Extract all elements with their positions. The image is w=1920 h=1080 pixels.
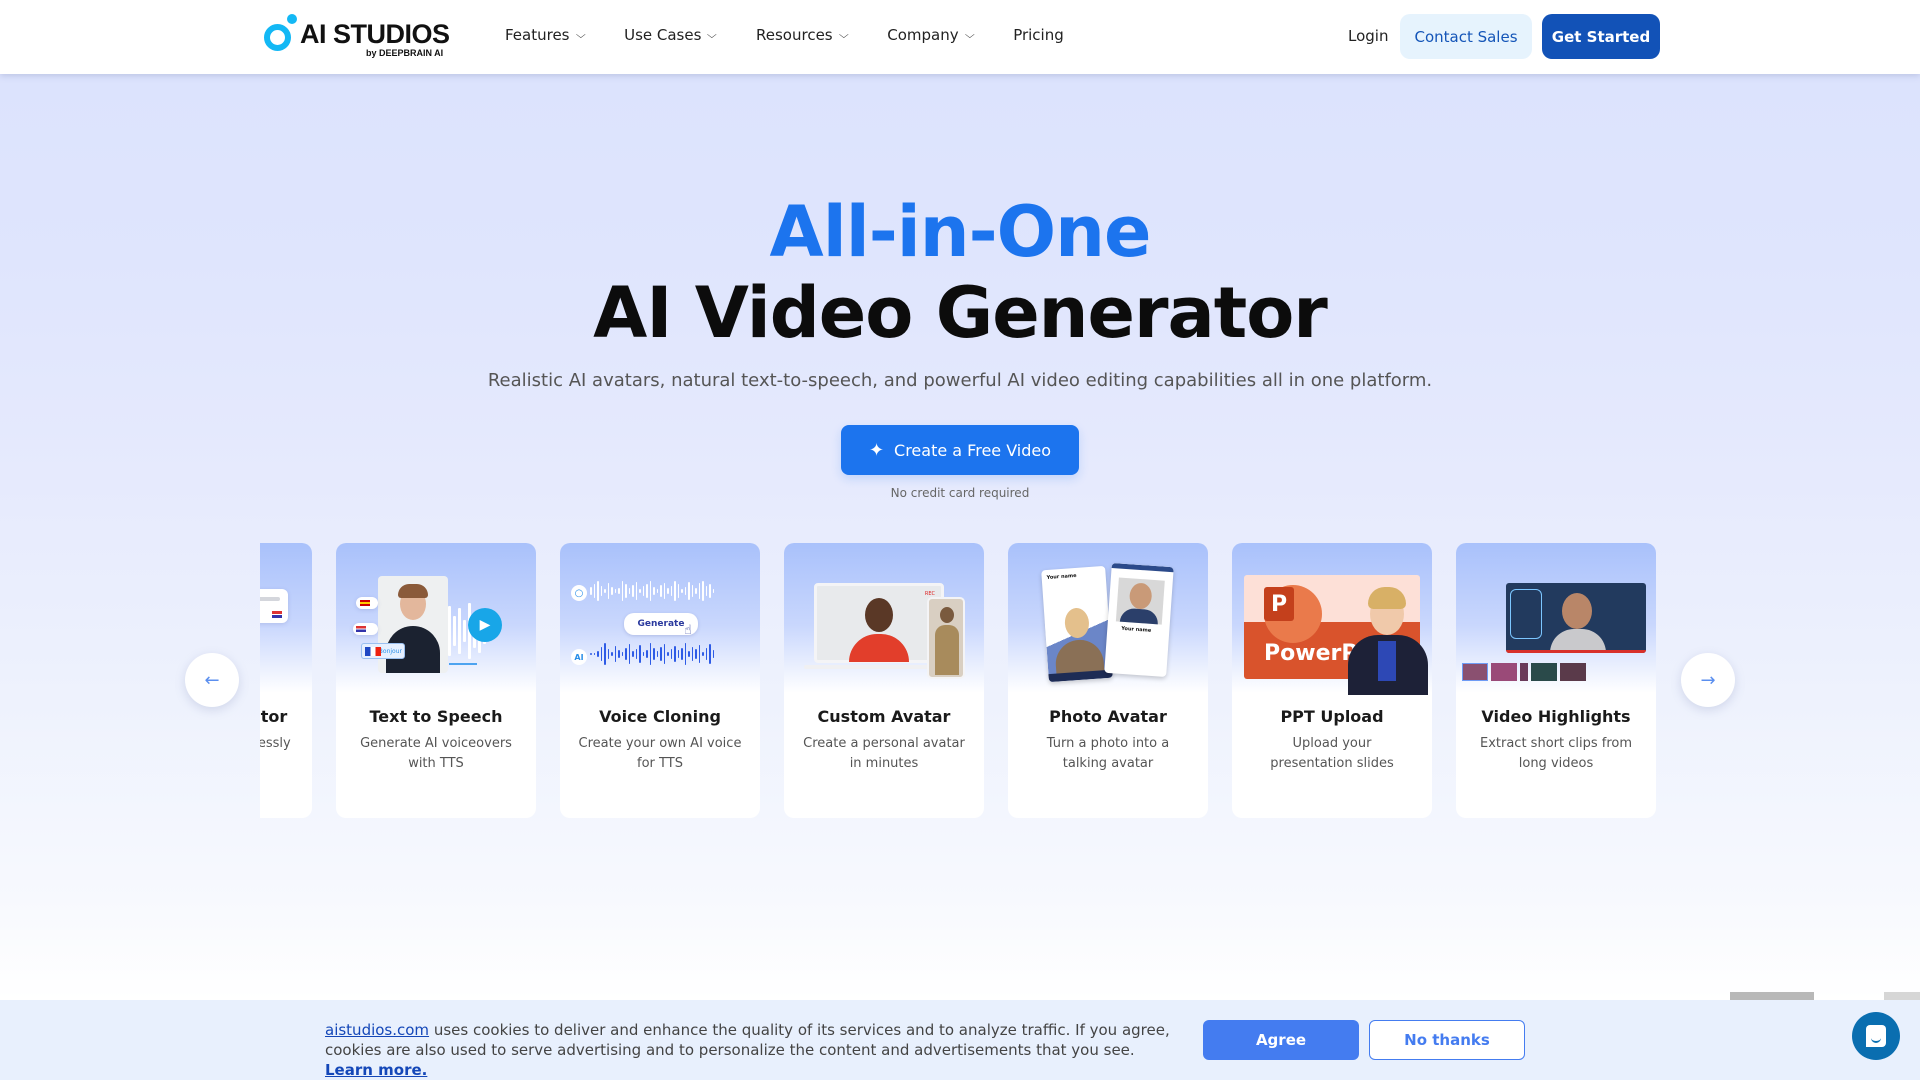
contact-sales-button[interactable]: Contact Sales [1400, 14, 1532, 59]
partial-element [1730, 992, 1814, 1000]
card-title: Photo Avatar [1049, 707, 1167, 726]
no-credit-card-note: No credit card required [890, 486, 1030, 500]
agree-button[interactable]: Agree [1203, 1020, 1359, 1060]
card-title: Voice Cloning [599, 707, 721, 726]
hand-cursor-icon: ☝ [684, 623, 692, 638]
us-flag-icon [272, 611, 282, 618]
thumbnail-strip [1462, 663, 1602, 683]
card-title: Video Highlights [1481, 707, 1631, 726]
bonjour-label: Bonjour [378, 647, 402, 655]
hero-title: AI Video Generator [593, 272, 1328, 354]
card-illustration [1456, 543, 1656, 693]
card-description: Upload your presentation slides [1270, 736, 1394, 771]
card-description: Write scripts effortlessly with AI [260, 736, 291, 751]
card-description: Extract short clips from long videos [1479, 736, 1632, 771]
card-description: Generate AI voiceovers with TTS [360, 736, 512, 771]
id-card-right: Your name [1104, 562, 1174, 678]
nav-features[interactable]: Features ⌵ [505, 26, 586, 44]
script-input-box [260, 589, 288, 623]
login-link[interactable]: Login [1348, 27, 1388, 45]
site-header: AI STUDIOS by DEEPBRAIN AI Features ⌵ Us… [0, 0, 1920, 74]
nav-label: Use Cases [624, 26, 702, 44]
spain-flag-tag [356, 597, 378, 609]
ai-waveform [590, 643, 714, 665]
nav-label: Company [887, 26, 959, 44]
no-thanks-button[interactable]: No thanks [1369, 1020, 1525, 1060]
ai-badge: AI [571, 649, 587, 665]
feature-card-voice-cloning[interactable]: ○ Generate ☝ AI Voice Cloning Create you… [560, 543, 760, 818]
feature-carousel: Generate ☝ Script Generator Write script… [260, 543, 1660, 820]
feature-card-text-to-speech[interactable]: Bonjour ▶ Text to Speech Generate AI voi… [336, 543, 536, 818]
id-card-left: Your name [1041, 565, 1113, 683]
chevron-down-icon: ⌵ [964, 29, 975, 41]
card-title: Script Generator [260, 707, 288, 726]
nav-resources[interactable]: Resources ⌵ [756, 26, 849, 44]
feature-card-custom-avatar[interactable]: REC Custom Avatar Create a personal avat… [784, 543, 984, 818]
get-started-button[interactable]: Get Started [1542, 14, 1660, 59]
card-title: Custom Avatar [817, 707, 951, 726]
cookie-message: aistudios.com uses cookies to deliver an… [325, 1020, 1185, 1080]
hero-subtitle: Realistic AI avatars, natural text-to-sp… [487, 370, 1433, 391]
main-nav: Features ⌵ Use Cases ⌵ Resources ⌵ Compa… [505, 26, 1104, 44]
video-frame [1506, 583, 1646, 653]
partial-element [1884, 992, 1920, 1000]
feature-card-script-generator[interactable]: Generate ☝ Script Generator Write script… [260, 543, 312, 818]
cta-label: Create a Free Video [894, 440, 1052, 460]
card-description: Turn a photo into a talking avatar [1046, 736, 1170, 771]
powerpoint-icon: P [1264, 587, 1294, 621]
chat-widget-button[interactable] [1852, 1012, 1900, 1060]
presenter-avatar [1344, 583, 1432, 695]
carousel-next-button[interactable]: → [1681, 653, 1735, 707]
card-illustration: REC [784, 543, 984, 693]
laptop-screen: REC [814, 583, 944, 663]
nav-label: Resources [756, 26, 833, 44]
cookie-text: uses cookies to deliver and enhance the … [325, 1021, 1170, 1059]
user-icon: ○ [571, 585, 587, 601]
nav-label: Features [505, 26, 570, 44]
card-illustration: ○ Generate ☝ AI [560, 543, 760, 693]
card-illustration: Bonjour ▶ [336, 543, 536, 693]
us-flag-tag [353, 623, 378, 635]
logo-subtext: by DEEPBRAIN AI [366, 48, 444, 58]
cookie-banner: aistudios.com uses cookies to deliver an… [0, 1000, 1920, 1080]
card-title: PPT Upload [1280, 707, 1384, 726]
card-illustration: Your name Your name [1008, 543, 1208, 693]
nav-use-cases[interactable]: Use Cases ⌵ [624, 26, 718, 44]
card-illustration: P PowerP [1232, 543, 1432, 695]
progress-line [449, 663, 477, 665]
nav-label: Pricing [1013, 26, 1064, 44]
carousel-prev-button[interactable]: ← [185, 653, 239, 707]
feature-card-photo-avatar[interactable]: Your name Your name Photo Avatar Turn a … [1008, 543, 1208, 818]
play-icon: ▶ [468, 608, 502, 642]
nav-company[interactable]: Company ⌵ [887, 26, 975, 44]
name-label: Your name [1121, 625, 1152, 634]
site-link[interactable]: aistudios.com [325, 1021, 429, 1039]
chevron-down-icon: ⌵ [707, 29, 718, 41]
chevron-down-icon: ⌵ [575, 29, 586, 41]
card-title: Text to Speech [369, 707, 503, 726]
nav-pricing[interactable]: Pricing [1013, 26, 1064, 44]
carousel-track: Generate ☝ Script Generator Write script… [260, 543, 1656, 818]
chevron-down-icon: ⌵ [838, 29, 849, 41]
name-label: Your name [1046, 572, 1077, 581]
logo-text: AI STUDIOS [300, 19, 450, 49]
bonjour-tag: Bonjour [361, 643, 405, 659]
arrow-right-icon: → [1700, 669, 1716, 691]
feature-card-video-highlights[interactable]: Video Highlights Extract short clips fro… [1456, 543, 1656, 818]
user-waveform [590, 581, 714, 601]
sparkle-icon: ✦ [868, 439, 885, 461]
card-description: Create a personal avatar in minutes [803, 736, 965, 771]
card-description: Create your own AI voice for TTS [578, 736, 742, 771]
feature-card-ppt-upload[interactable]: P PowerP PPT Upload Upload your presenta… [1232, 543, 1432, 818]
create-free-video-button[interactable]: ✦ Create a Free Video [841, 425, 1079, 475]
phone-preview [927, 597, 965, 679]
arrow-left-icon: ← [204, 669, 220, 691]
logo[interactable]: AI STUDIOS by DEEPBRAIN AI [262, 14, 450, 60]
logo-dot-icon [287, 14, 297, 24]
chat-bubble-icon [1866, 1025, 1886, 1047]
logo-ring-icon [264, 24, 291, 51]
learn-more-link[interactable]: Learn more. [325, 1061, 427, 1079]
card-illustration: Generate ☝ [260, 543, 312, 693]
hero-title-highlight: All-in-One [769, 191, 1152, 273]
